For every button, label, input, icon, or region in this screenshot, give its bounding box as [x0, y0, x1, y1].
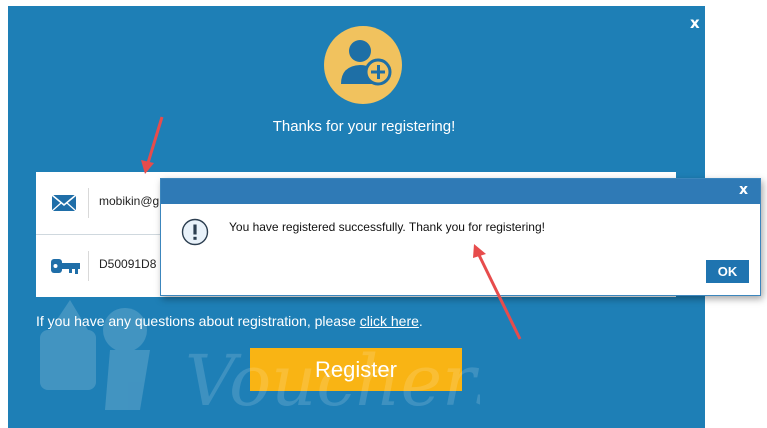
email-value[interactable]: mobikin@g	[99, 194, 159, 208]
help-text: If you have any questions about registra…	[36, 313, 423, 329]
message-text: You have registered successfully. Thank …	[229, 220, 545, 234]
help-text-prefix: If you have any questions about registra…	[36, 313, 360, 329]
add-user-icon	[324, 26, 402, 104]
ok-button[interactable]: OK	[706, 260, 749, 283]
field-separator	[88, 251, 89, 281]
field-separator	[88, 188, 89, 218]
registration-code-value[interactable]: D50091D8	[99, 257, 156, 271]
dialog-close-button[interactable]: x	[690, 14, 700, 32]
register-button[interactable]: Register	[250, 348, 462, 391]
click-here-link[interactable]: click here	[360, 313, 419, 329]
help-text-suffix: .	[418, 313, 423, 329]
success-message-box: x You have registered successfully. Than…	[160, 178, 761, 296]
thanks-message: Thanks for your registering!	[272, 118, 456, 135]
email-icon	[50, 190, 78, 216]
message-box-close-button[interactable]: x	[739, 182, 748, 198]
key-icon	[50, 253, 80, 279]
message-box-titlebar: x	[161, 179, 760, 204]
info-icon	[181, 218, 209, 246]
